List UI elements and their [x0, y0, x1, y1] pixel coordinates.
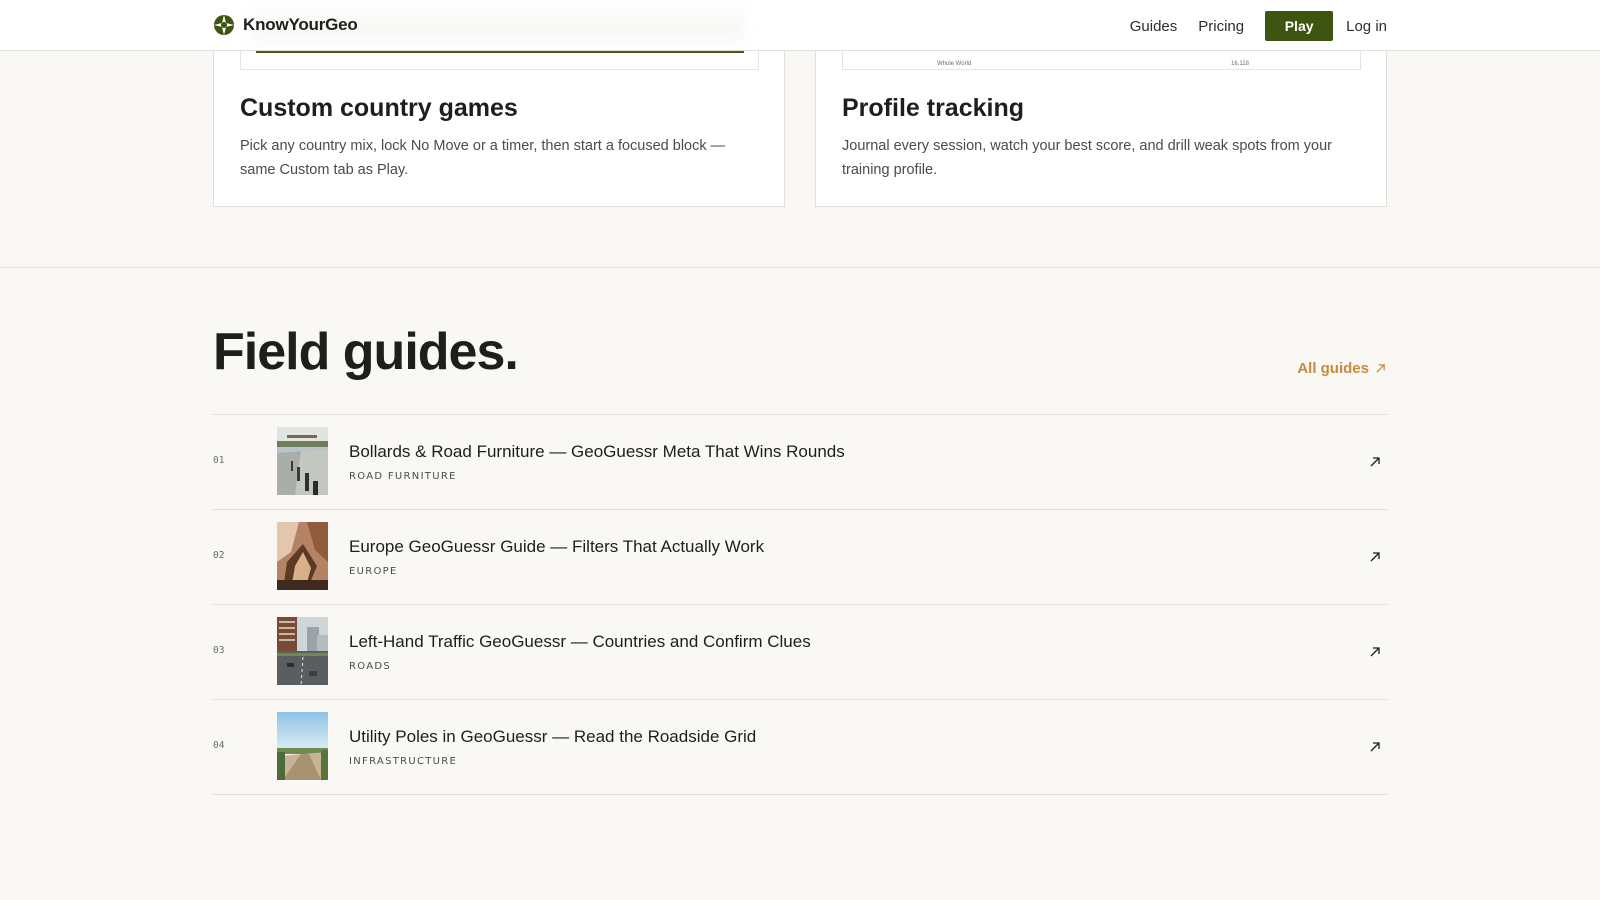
guide-number: 03 [213, 645, 225, 656]
preview-table-value: 16,118 [1231, 61, 1249, 67]
guide-row-bollards[interactable]: 01 Bollards & Road Furniture — GeoGuessr… [213, 415, 1387, 510]
guide-number: 01 [213, 455, 225, 466]
arrow-up-right-icon [1370, 552, 1380, 562]
arrow-up-right-icon [1370, 647, 1380, 657]
guide-row-utility-poles[interactable]: 04 Utility Poles in GeoGuessr — Read the… [213, 700, 1387, 795]
guide-title: Bollards & Road Furniture — GeoGuessr Me… [349, 442, 845, 461]
feature-description: Journal every session, watch your best s… [842, 138, 1332, 178]
guide-thumbnail [277, 617, 328, 685]
guide-number: 02 [213, 550, 225, 561]
guide-thumbnail [277, 712, 328, 780]
guide-title: Left-Hand Traffic GeoGuessr — Countries … [349, 632, 811, 651]
feature-card-profile-tracking: Whole World 16,118 Profile tracking Jour… [815, 40, 1387, 207]
guide-title: Europe GeoGuessr Guide — Filters That Ac… [349, 537, 765, 556]
main-nav: Guides Pricing Play Log in [1130, 11, 1387, 41]
nav-pricing-link[interactable]: Pricing [1198, 18, 1244, 35]
all-guides-label: All guides [1297, 360, 1369, 377]
all-guides-link[interactable]: All guides [1297, 360, 1386, 377]
progress-bar [256, 51, 744, 53]
guide-number: 04 [213, 740, 225, 751]
left-hand-traffic-thumbnail-image [277, 617, 328, 685]
knowyourgeo-logo-icon [214, 15, 234, 35]
section-divider [0, 267, 1600, 268]
guide-category: ROAD FURNITURE [349, 471, 457, 482]
brand[interactable]: KnowYourGeo [213, 14, 358, 36]
brand-name: KnowYourGeo [243, 15, 358, 34]
field-guides-heading: Field guides. [213, 323, 519, 381]
preview-table-label: Whole World [937, 61, 972, 67]
feature-card-custom-games: Custom country games Pick any country mi… [213, 40, 785, 207]
guide-list: 01 Bollards & Road Furniture — GeoGuessr… [213, 414, 1387, 795]
arrow-up-right-icon [1370, 742, 1380, 752]
guide-category: INFRASTRUCTURE [349, 756, 458, 767]
bollards-thumbnail-image [277, 427, 328, 495]
feature-title: Profile tracking [842, 94, 1024, 122]
guide-row-left-hand-traffic[interactable]: 03 Left-Hand Traffic GeoGuessr — Countri… [213, 605, 1387, 700]
utility-poles-thumbnail-image [277, 712, 328, 780]
arrow-up-right-icon [1370, 457, 1380, 467]
guide-row-europe[interactable]: 02 Europe GeoGuessr Guide — Filters That… [213, 510, 1387, 605]
top-navigation-bar: KnowYourGeo Guides Pricing Play Log in [0, 0, 1600, 51]
guide-category: ROADS [349, 661, 392, 672]
guide-thumbnail [277, 522, 328, 590]
play-button[interactable]: Play [1265, 11, 1334, 41]
guide-category: EUROPE [349, 566, 398, 577]
login-link[interactable]: Log in [1346, 18, 1387, 35]
guide-title: Utility Poles in GeoGuessr — Read the Ro… [349, 727, 757, 746]
nav-guides-link[interactable]: Guides [1130, 18, 1178, 35]
europe-thumbnail-image [277, 522, 328, 590]
arrow-up-right-icon [1376, 364, 1385, 373]
feature-description: Pick any country mix, lock No Move or a … [240, 138, 726, 178]
feature-title: Custom country games [240, 94, 518, 122]
guide-thumbnail [277, 427, 328, 495]
